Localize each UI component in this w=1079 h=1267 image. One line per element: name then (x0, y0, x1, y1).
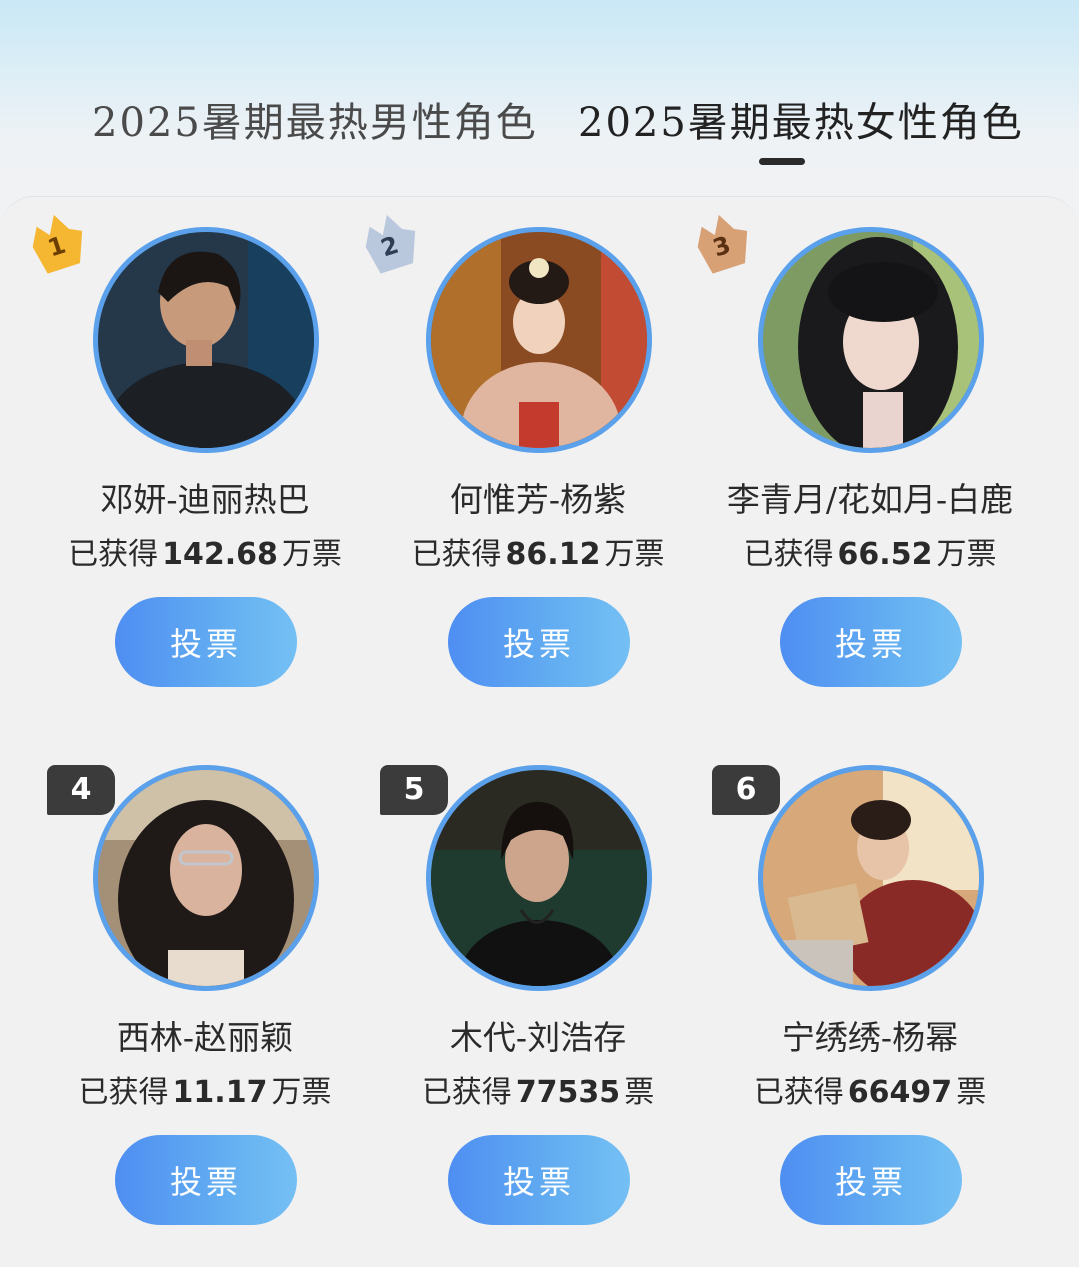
silver-medal-icon: 2 (365, 214, 416, 274)
avatar[interactable] (98, 770, 314, 986)
portrait-image (98, 770, 314, 986)
avatar[interactable] (431, 232, 647, 448)
rank-badge: 4 (47, 765, 115, 815)
candidate-card: 1 邓妍-迪丽热巴 已获得 142.68 万票 投票 (32, 214, 375, 727)
votes-prefix: 已获得 (411, 537, 502, 572)
tab-male-roles[interactable]: 2025暑期最热男性角色 (92, 90, 538, 148)
portrait-image (98, 232, 314, 448)
avatar-ring (93, 227, 319, 453)
candidate-card: 2 何惟芳-杨紫 已获得 86.12 万票 投票 (365, 214, 708, 727)
votes-prefix: 已获得 (753, 1075, 844, 1110)
vote-count: 已获得 66.52 万票 (700, 529, 1040, 573)
votes-number: 86.12 (505, 537, 601, 572)
avatar[interactable] (763, 232, 979, 448)
bronze-medal-icon: 3 (697, 214, 748, 274)
votes-number: 77535 (515, 1075, 621, 1110)
votes-number: 66.52 (837, 537, 933, 572)
vote-button[interactable]: 投票 (780, 1135, 962, 1225)
votes-unit: 票 (956, 1075, 987, 1110)
votes-unit: 万票 (281, 537, 342, 572)
vote-button[interactable]: 投票 (115, 1135, 297, 1225)
candidate-name: 邓妍-迪丽热巴 (100, 480, 310, 519)
vote-count: 已获得 66497 票 (700, 1067, 1040, 1111)
avatar[interactable] (431, 770, 647, 986)
votes-prefix: 已获得 (421, 1075, 512, 1110)
vote-count: 已获得 142.68 万票 (35, 529, 375, 573)
avatar[interactable] (763, 770, 979, 986)
votes-number: 66497 (847, 1075, 953, 1110)
avatar-ring (93, 765, 319, 991)
portrait-image (763, 232, 979, 448)
candidate-card: 4 西林-赵丽颖 已获得 11.17 万票 投票 (35, 765, 375, 1265)
votes-prefix: 已获得 (743, 537, 834, 572)
votes-prefix: 已获得 (68, 537, 159, 572)
vote-button[interactable]: 投票 (780, 597, 962, 687)
active-tab-indicator (759, 158, 805, 165)
vote-button[interactable]: 投票 (115, 597, 297, 687)
avatar[interactable] (98, 232, 314, 448)
rank-badge: 6 (712, 765, 780, 815)
votes-unit: 票 (624, 1075, 655, 1110)
candidate-name: 何惟芳-杨紫 (449, 480, 627, 519)
vote-count: 已获得 77535 票 (368, 1067, 708, 1111)
gold-medal-icon: 1 (32, 214, 83, 274)
candidate-card: 5 木代-刘浩存 已获得 77535 票 投票 (368, 765, 708, 1265)
avatar-ring (758, 227, 984, 453)
candidate-name: 李青月/花如月-白鹿 (726, 480, 1014, 519)
votes-unit: 万票 (604, 537, 665, 572)
candidate-name: 宁绣绣-杨幂 (781, 1018, 959, 1057)
rank-badge: 5 (380, 765, 448, 815)
votes-unit: 万票 (271, 1075, 332, 1110)
candidate-card: 6 宁绣绣-杨幂 已获得 66497 票 投票 (700, 765, 1040, 1265)
votes-number: 142.68 (162, 537, 278, 572)
tab-female-roles[interactable]: 2025暑期最热女性角色 (578, 90, 1024, 148)
avatar-ring (758, 765, 984, 991)
votes-unit: 万票 (936, 537, 997, 572)
vote-count: 已获得 86.12 万票 (368, 529, 708, 573)
candidate-card: 3 李青月/花如月-白鹿 已获得 66.52 万票 投票 (697, 214, 1040, 727)
portrait-image (431, 232, 647, 448)
candidate-name: 西林-赵丽颖 (116, 1018, 294, 1057)
vote-count: 已获得 11.17 万票 (35, 1067, 375, 1111)
avatar-ring (426, 765, 652, 991)
avatar-ring (426, 227, 652, 453)
votes-number: 11.17 (172, 1075, 268, 1110)
ranking-panel: 1 邓妍-迪丽热巴 已获得 142.68 万票 投票 2 何惟芳-杨紫 已获得 … (0, 196, 1079, 1267)
votes-prefix: 已获得 (78, 1075, 169, 1110)
portrait-image (763, 770, 979, 986)
portrait-image (431, 770, 647, 986)
candidate-name: 木代-刘浩存 (449, 1018, 627, 1057)
vote-button[interactable]: 投票 (448, 1135, 630, 1225)
category-tabs: 2025暑期最热男性角色 2025暑期最热女性角色 (0, 90, 1079, 170)
vote-button[interactable]: 投票 (448, 597, 630, 687)
